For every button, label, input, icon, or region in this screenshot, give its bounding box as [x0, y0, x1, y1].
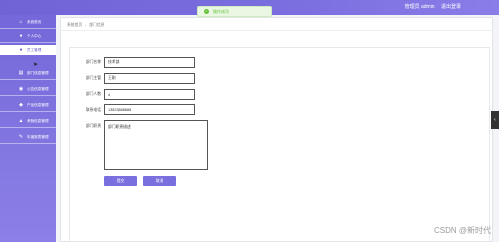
admin-user-label: 管理员 admin — [404, 4, 435, 10]
cancel-button[interactable]: 取消 — [143, 176, 176, 186]
attendance-icon: ▲ — [18, 117, 24, 124]
sidebar-divider — [0, 42, 56, 43]
department-head-input[interactable]: 王刚 — [104, 73, 195, 84]
chevron-left-icon: ‹ — [494, 117, 496, 123]
sidebar-item-attendance[interactable]: ▲ 考勤信息管理 — [0, 116, 56, 126]
submit-button[interactable]: 提交 — [104, 176, 137, 186]
users-icon: ● — [19, 46, 23, 53]
sidebar-item-department[interactable]: ▤ 部门信息管理 — [0, 68, 56, 78]
sidebar-item-profile[interactable]: ● 个人中心 — [0, 31, 56, 41]
sidebar-item-label: 部门信息管理 — [27, 70, 49, 75]
sidebar-item-report[interactable]: ✎ 年度报表管理 — [0, 132, 56, 142]
sidebar-divider — [0, 111, 56, 112]
mouse-cursor-icon: ➤ — [33, 62, 39, 68]
sidebar-item-home[interactable]: ⌂ 系统首页 — [0, 17, 56, 27]
sidebar: ⌂ 系统首页 ● 个人中心 ● 员工管理 ▤ 部门信息管理 ◉ 公告信息管理 ◆… — [0, 15, 56, 242]
breadcrumb-separator: / — [85, 23, 87, 28]
sidebar-item-employees[interactable]: ● 员工管理 — [0, 45, 56, 55]
phone-label: 联系电话 — [85, 108, 101, 112]
sidebar-divider — [0, 28, 56, 29]
sidebar-divider — [0, 95, 56, 96]
department-name-input[interactable]: 技术部 — [104, 57, 195, 68]
sidebar-item-label: 产品信息管理 — [27, 102, 49, 107]
sidebar-item-product[interactable]: ◆ 产品信息管理 — [0, 100, 56, 110]
description-textarea[interactable]: 部门职责描述 — [104, 120, 208, 170]
user-icon: ● — [19, 32, 23, 39]
sidebar-item-label: 考勤信息管理 — [27, 118, 49, 123]
toast-message: 操作成功 — [213, 8, 229, 14]
check-circle-icon: ✓ — [204, 9, 209, 14]
sidebar-item-notice[interactable]: ◉ 公告信息管理 — [0, 84, 56, 94]
sidebar-item-label: 个人中心 — [27, 33, 42, 38]
report-icon: ✎ — [18, 133, 24, 140]
sidebar-item-label: 公告信息管理 — [27, 86, 49, 91]
sidebar-divider — [0, 143, 56, 144]
phone-input[interactable]: 13823888888 — [104, 104, 195, 115]
home-icon: ⌂ — [19, 18, 23, 25]
product-icon: ◆ — [19, 101, 23, 108]
description-label: 部门职责 — [85, 124, 101, 128]
sidebar-item-label: 员工管理 — [27, 47, 42, 52]
department-icon: ▤ — [18, 69, 24, 76]
breadcrumb-current: 部门信息 — [89, 23, 105, 27]
department-head-label: 部门主管 — [85, 76, 101, 80]
sidebar-item-label: 系统首页 — [27, 19, 42, 24]
department-size-label: 部门人数 — [85, 92, 101, 96]
department-name-label: 部门名称 — [85, 60, 101, 64]
breadcrumb: 系统首页 / 部门信息 — [60, 21, 493, 31]
logout-link[interactable]: 退出登录 — [441, 4, 461, 10]
department-size-input[interactable]: 4 — [104, 89, 195, 100]
watermark: CSDN @新时代 — [433, 226, 491, 235]
notice-icon: ◉ — [18, 85, 24, 92]
sidebar-divider — [0, 127, 56, 128]
header-user-area: 管理员 admin 退出登录 — [400, 3, 461, 10]
success-toast: ✓ 操作成功 — [197, 6, 272, 17]
sidebar-divider — [0, 79, 56, 80]
side-panel-toggle[interactable]: ‹ — [491, 111, 499, 129]
sidebar-item-label: 年度报表管理 — [27, 134, 49, 139]
breadcrumb-home[interactable]: 系统首页 — [67, 23, 82, 28]
